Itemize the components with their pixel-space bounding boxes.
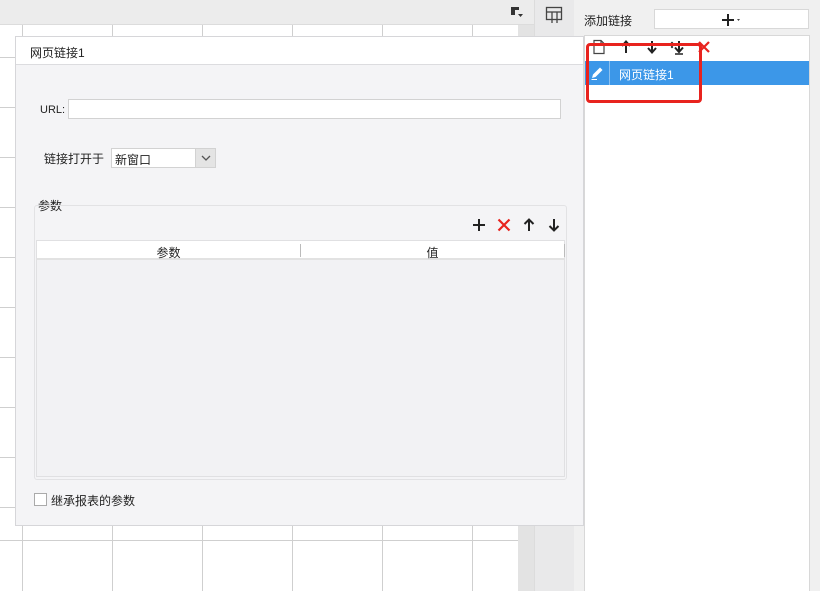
pencil-icon xyxy=(591,67,603,80)
params-table: 参数 值 xyxy=(36,240,565,477)
delete-x-icon[interactable] xyxy=(696,39,712,55)
move-bottom-icon[interactable] xyxy=(669,39,685,55)
column-divider xyxy=(564,244,565,257)
list-item-label: 网页链接1 xyxy=(619,68,674,82)
inherit-params-label[interactable]: 继承报表的参数 xyxy=(51,492,135,509)
chevron-down-icon[interactable] xyxy=(195,149,215,167)
new-file-icon[interactable] xyxy=(591,39,607,55)
item-divider xyxy=(609,61,610,85)
grid-line xyxy=(0,540,518,541)
delete-x-icon[interactable] xyxy=(495,216,513,234)
layout-icon[interactable] xyxy=(545,6,563,24)
plus-icon[interactable] xyxy=(470,216,488,234)
arrow-down-icon[interactable] xyxy=(644,39,660,55)
arrow-up-icon[interactable] xyxy=(520,216,538,234)
dialog-title: 网页链接1 xyxy=(16,37,583,65)
list-item[interactable]: 网页链接1 xyxy=(585,61,809,85)
link-list-panel xyxy=(584,35,810,591)
column-header-value: 值 xyxy=(426,246,439,260)
add-link-button[interactable] xyxy=(654,9,809,29)
open-in-value: 新窗口 xyxy=(115,153,152,167)
plus-dropdown-icon xyxy=(722,14,740,26)
top-toolbar xyxy=(0,0,534,25)
inherit-params-checkbox[interactable] xyxy=(34,493,47,506)
open-in-select[interactable]: 新窗口 xyxy=(111,148,216,168)
url-input[interactable] xyxy=(68,99,561,119)
hyperlink-dialog: 网页链接1 URL: 链接打开于 新窗口 参数 参数 值 继承报表的参数 xyxy=(15,36,584,526)
arrow-up-icon[interactable] xyxy=(618,39,634,55)
arrow-down-icon[interactable] xyxy=(545,216,563,234)
url-label: URL: xyxy=(40,104,66,116)
dropdown-corner-icon[interactable] xyxy=(509,4,525,20)
column-header-param: 参数 xyxy=(156,246,181,260)
params-table-header: 参数 值 xyxy=(37,241,565,260)
open-in-label: 链接打开于 xyxy=(44,152,105,166)
add-link-label: 添加链接 xyxy=(584,14,633,28)
